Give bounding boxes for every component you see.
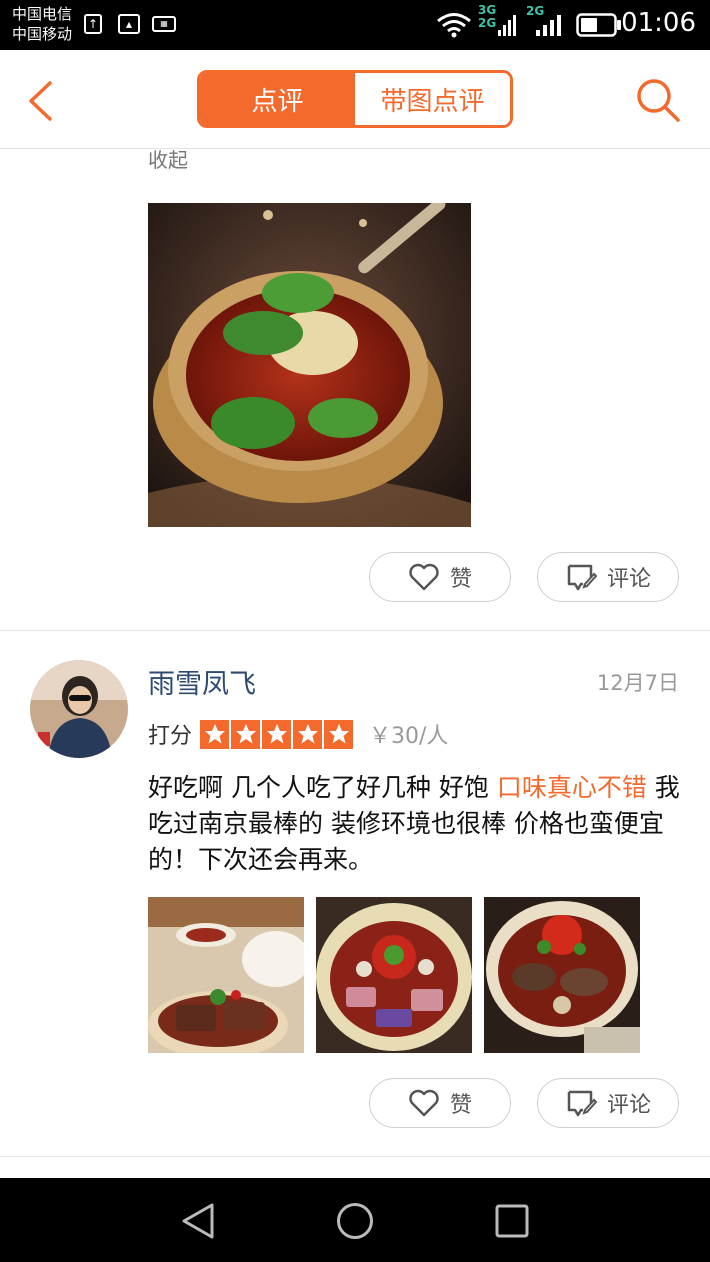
star-icon [324,719,354,749]
beef-dish-image [148,897,304,1053]
tab-photo-reviews[interactable]: 带图点评 [355,73,510,125]
signal-1-icon [498,15,516,36]
divider [0,1156,710,1157]
avatar-image [30,660,128,758]
divider [0,630,710,631]
user-name[interactable]: 雨雪凤飞 [148,662,256,701]
avatar[interactable] [30,660,128,758]
star-icon [293,719,323,749]
top-nav-bar: 点评 带图点评 [0,50,710,149]
comment-button[interactable]: 评论 [537,1078,679,1128]
like-button[interactable]: 赞 [369,552,511,602]
tab-reviews[interactable]: 点评 [200,73,355,125]
nav-home-icon[interactable] [336,1202,374,1240]
review-text[interactable]: 好吃啊 几个人吃了好几种 好饱 口味真心不错 我吃过南京最棒的 装修环境也很棒 … [148,770,688,878]
like-label: 赞 [449,567,472,592]
star-icon [262,719,292,749]
review-photo-2[interactable] [316,897,472,1053]
comment-edit-icon [567,564,597,591]
system-nav-bar [0,1178,710,1262]
star-icon [231,719,261,749]
collapse-link[interactable]: 收起 [148,144,188,173]
heart-icon [409,563,439,591]
like-button[interactable]: 赞 [369,1078,511,1128]
nav-recents-icon[interactable] [495,1204,529,1238]
price-per-person: ￥30/人 [369,724,449,749]
search-icon[interactable] [634,76,682,124]
comment-button[interactable]: 评论 [537,552,679,602]
image-icon: ▴ [118,14,140,34]
status-bar: 中国电信 中国移动 ↑ ▴ ▦ 3G 2G 2G 01:06 [0,0,710,50]
keyboard-icon: ▦ [152,16,176,32]
star-rating [200,719,354,749]
back-arrow-icon[interactable] [26,80,54,122]
upload-icon: ↑ [84,14,102,34]
carrier-info: 中国电信 中国移动 [12,4,72,44]
comment-edit-icon [567,1090,597,1117]
mixed-plate-image [316,897,472,1053]
rating-label: 打分 [148,724,193,749]
signal-2-icon [536,15,561,36]
star-icon [200,719,230,749]
review-text-highlight: 口味真心不错 [496,773,647,802]
rating-row: 打分 ￥30/人 [148,718,448,750]
review-photo-3[interactable] [484,897,640,1053]
review-photo-1[interactable] [148,897,304,1053]
like-label: 赞 [449,1093,472,1118]
review-text-part1: 好吃啊 几个人吃了好几种 好饱 [148,773,497,802]
wifi-icon [437,13,471,38]
spicy-soup-bowl-image [148,203,471,527]
carrier-2: 中国移动 [12,25,73,43]
review-photo[interactable] [148,203,471,527]
review-date: 12月7日 [596,671,679,695]
comment-label: 评论 [606,567,651,592]
network-type-1: 3G 2G [478,3,497,30]
comment-label: 评论 [606,1093,651,1118]
battery-icon [576,13,621,37]
nav-back-icon[interactable] [180,1202,216,1240]
clock: 01:06 [621,8,696,38]
heart-icon [409,1089,439,1117]
chili-meat-plate-image [484,897,640,1053]
review-type-switch: 点评 带图点评 [197,70,513,128]
carrier-1: 中国电信 [12,5,73,23]
